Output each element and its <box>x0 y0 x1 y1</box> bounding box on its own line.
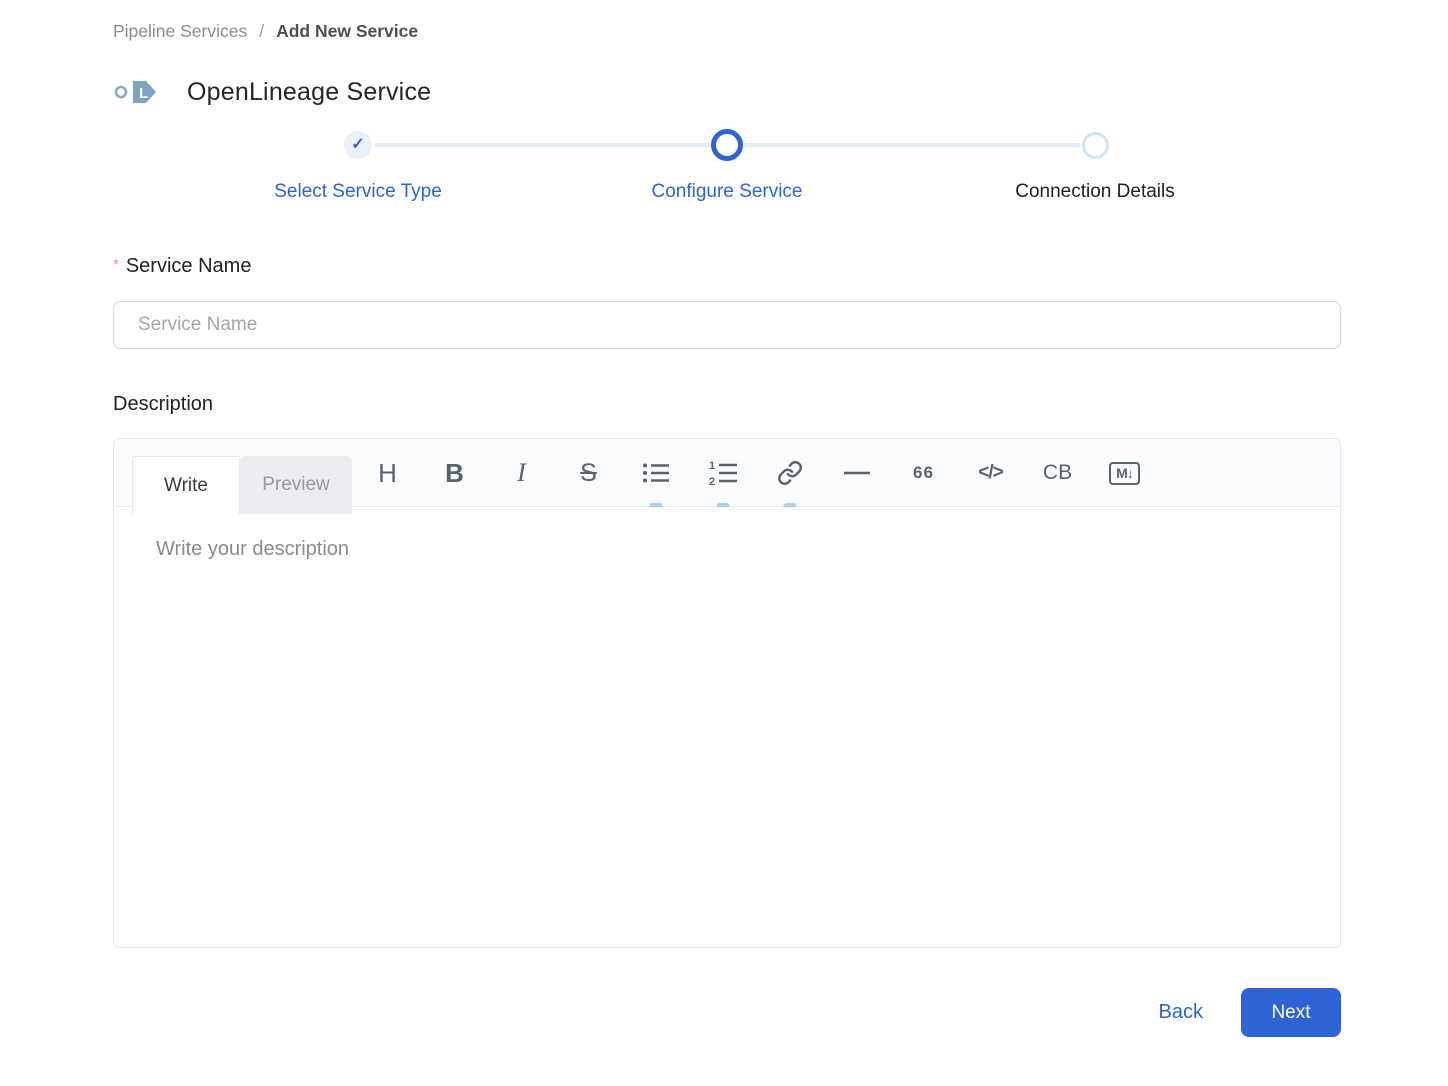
markdown-glyph: M↓ <box>1109 462 1140 485</box>
step-connector-2 <box>744 143 1080 147</box>
description-label: Description <box>113 393 213 416</box>
service-name-label: * Service Name <box>113 255 251 278</box>
strikethrough-icon[interactable]: S <box>555 439 622 507</box>
bullet-list-icon[interactable] <box>622 439 689 507</box>
tab-write[interactable]: Write <box>132 456 240 514</box>
code-icon[interactable]: </> <box>957 439 1024 507</box>
step-label-connection-details: Connection Details <box>935 181 1255 203</box>
editor-body <box>114 507 1340 948</box>
heading-glyph: H <box>378 458 397 489</box>
quote-icon[interactable]: 66 <box>890 439 957 507</box>
tab-preview[interactable]: Preview <box>240 456 352 514</box>
code-block-icon[interactable]: CB <box>1024 439 1091 507</box>
editor-tabs: Write Preview <box>132 456 352 514</box>
code-block-glyph: CB <box>1043 461 1072 485</box>
svg-text:2: 2 <box>709 476 715 486</box>
italic-glyph: I <box>517 458 526 488</box>
description-editor: Write Preview H B I S <box>113 438 1341 948</box>
service-name-label-text: Service Name <box>126 255 252 277</box>
page: Pipeline Services / Add New Service L Op… <box>113 0 1341 1086</box>
step-label-select-service-type: Select Service Type <box>198 181 518 203</box>
next-button[interactable]: Next <box>1241 988 1341 1037</box>
step-pending-circle <box>1082 132 1109 159</box>
service-name-input[interactable] <box>113 301 1341 349</box>
step-connector-1 <box>375 143 711 147</box>
numbered-list-icon[interactable]: 1 2 <box>689 439 756 507</box>
bold-icon[interactable]: B <box>421 439 488 507</box>
back-button[interactable]: Back <box>1159 1001 1203 1024</box>
markdown-icon[interactable]: M↓ <box>1091 439 1158 507</box>
bold-glyph: B <box>445 458 464 489</box>
quote-glyph: 66 <box>913 463 934 483</box>
editor-toolbar: Write Preview H B I S <box>114 439 1340 507</box>
stepper: ✓ Select Service Type Configure Service … <box>113 0 1341 220</box>
link-icon[interactable] <box>756 439 823 507</box>
code-glyph: </> <box>978 462 1002 484</box>
strikethrough-glyph: S <box>580 459 597 488</box>
required-asterisk: * <box>113 256 119 273</box>
description-textarea[interactable] <box>114 507 1340 948</box>
italic-icon[interactable]: I <box>488 439 555 507</box>
footer-actions: Back Next <box>113 988 1341 1037</box>
step-active-circle <box>711 129 743 161</box>
heading-icon[interactable]: H <box>354 439 421 507</box>
step-completed-circle: ✓ <box>344 131 372 159</box>
step-label-configure-service: Configure Service <box>567 181 887 203</box>
check-icon: ✓ <box>351 137 364 153</box>
editor-toolbar-buttons: H B I S 1 2 <box>354 439 1158 507</box>
svg-text:1: 1 <box>709 460 715 472</box>
horizontal-rule-icon[interactable] <box>823 439 890 507</box>
